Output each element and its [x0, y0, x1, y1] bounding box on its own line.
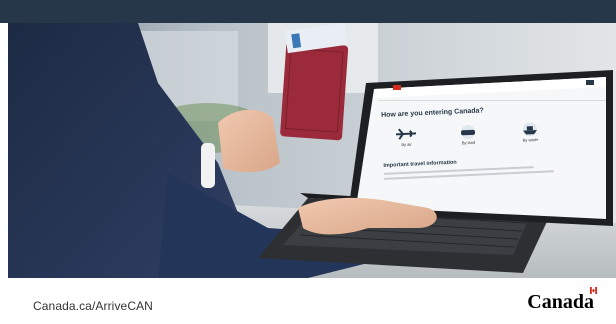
- option-land-label: By land: [461, 139, 476, 146]
- laptop-screen: How are you entering Canada? By air By l…: [381, 102, 596, 221]
- airplane-icon: [395, 128, 417, 140]
- maple-flag-icon: [590, 287, 597, 294]
- car-icon: [461, 125, 476, 140]
- option-air-label: By air: [401, 141, 412, 148]
- ad-frame: How are you entering Canada? By air By l…: [0, 0, 616, 324]
- option-water-label: By water: [522, 136, 539, 143]
- screen-flag-icon: [393, 85, 401, 90]
- screen-section-heading: Important travel information: [383, 159, 457, 169]
- entry-options: By air By land By water: [386, 119, 593, 148]
- option-water[interactable]: By water: [510, 121, 551, 143]
- option-air[interactable]: By air: [386, 127, 427, 149]
- footer-url[interactable]: Canada.ca/ArriveCAN: [33, 299, 153, 313]
- wordmark-text: Canada: [527, 291, 594, 313]
- promo-photo: How are you entering Canada? By air By l…: [8, 23, 616, 278]
- ship-icon: [522, 122, 537, 137]
- top-bar: [0, 0, 616, 23]
- option-land[interactable]: By land: [448, 124, 489, 146]
- canada-wordmark: Canada: [527, 287, 597, 314]
- footer: Canada.ca/ArriveCAN Canada: [0, 278, 616, 324]
